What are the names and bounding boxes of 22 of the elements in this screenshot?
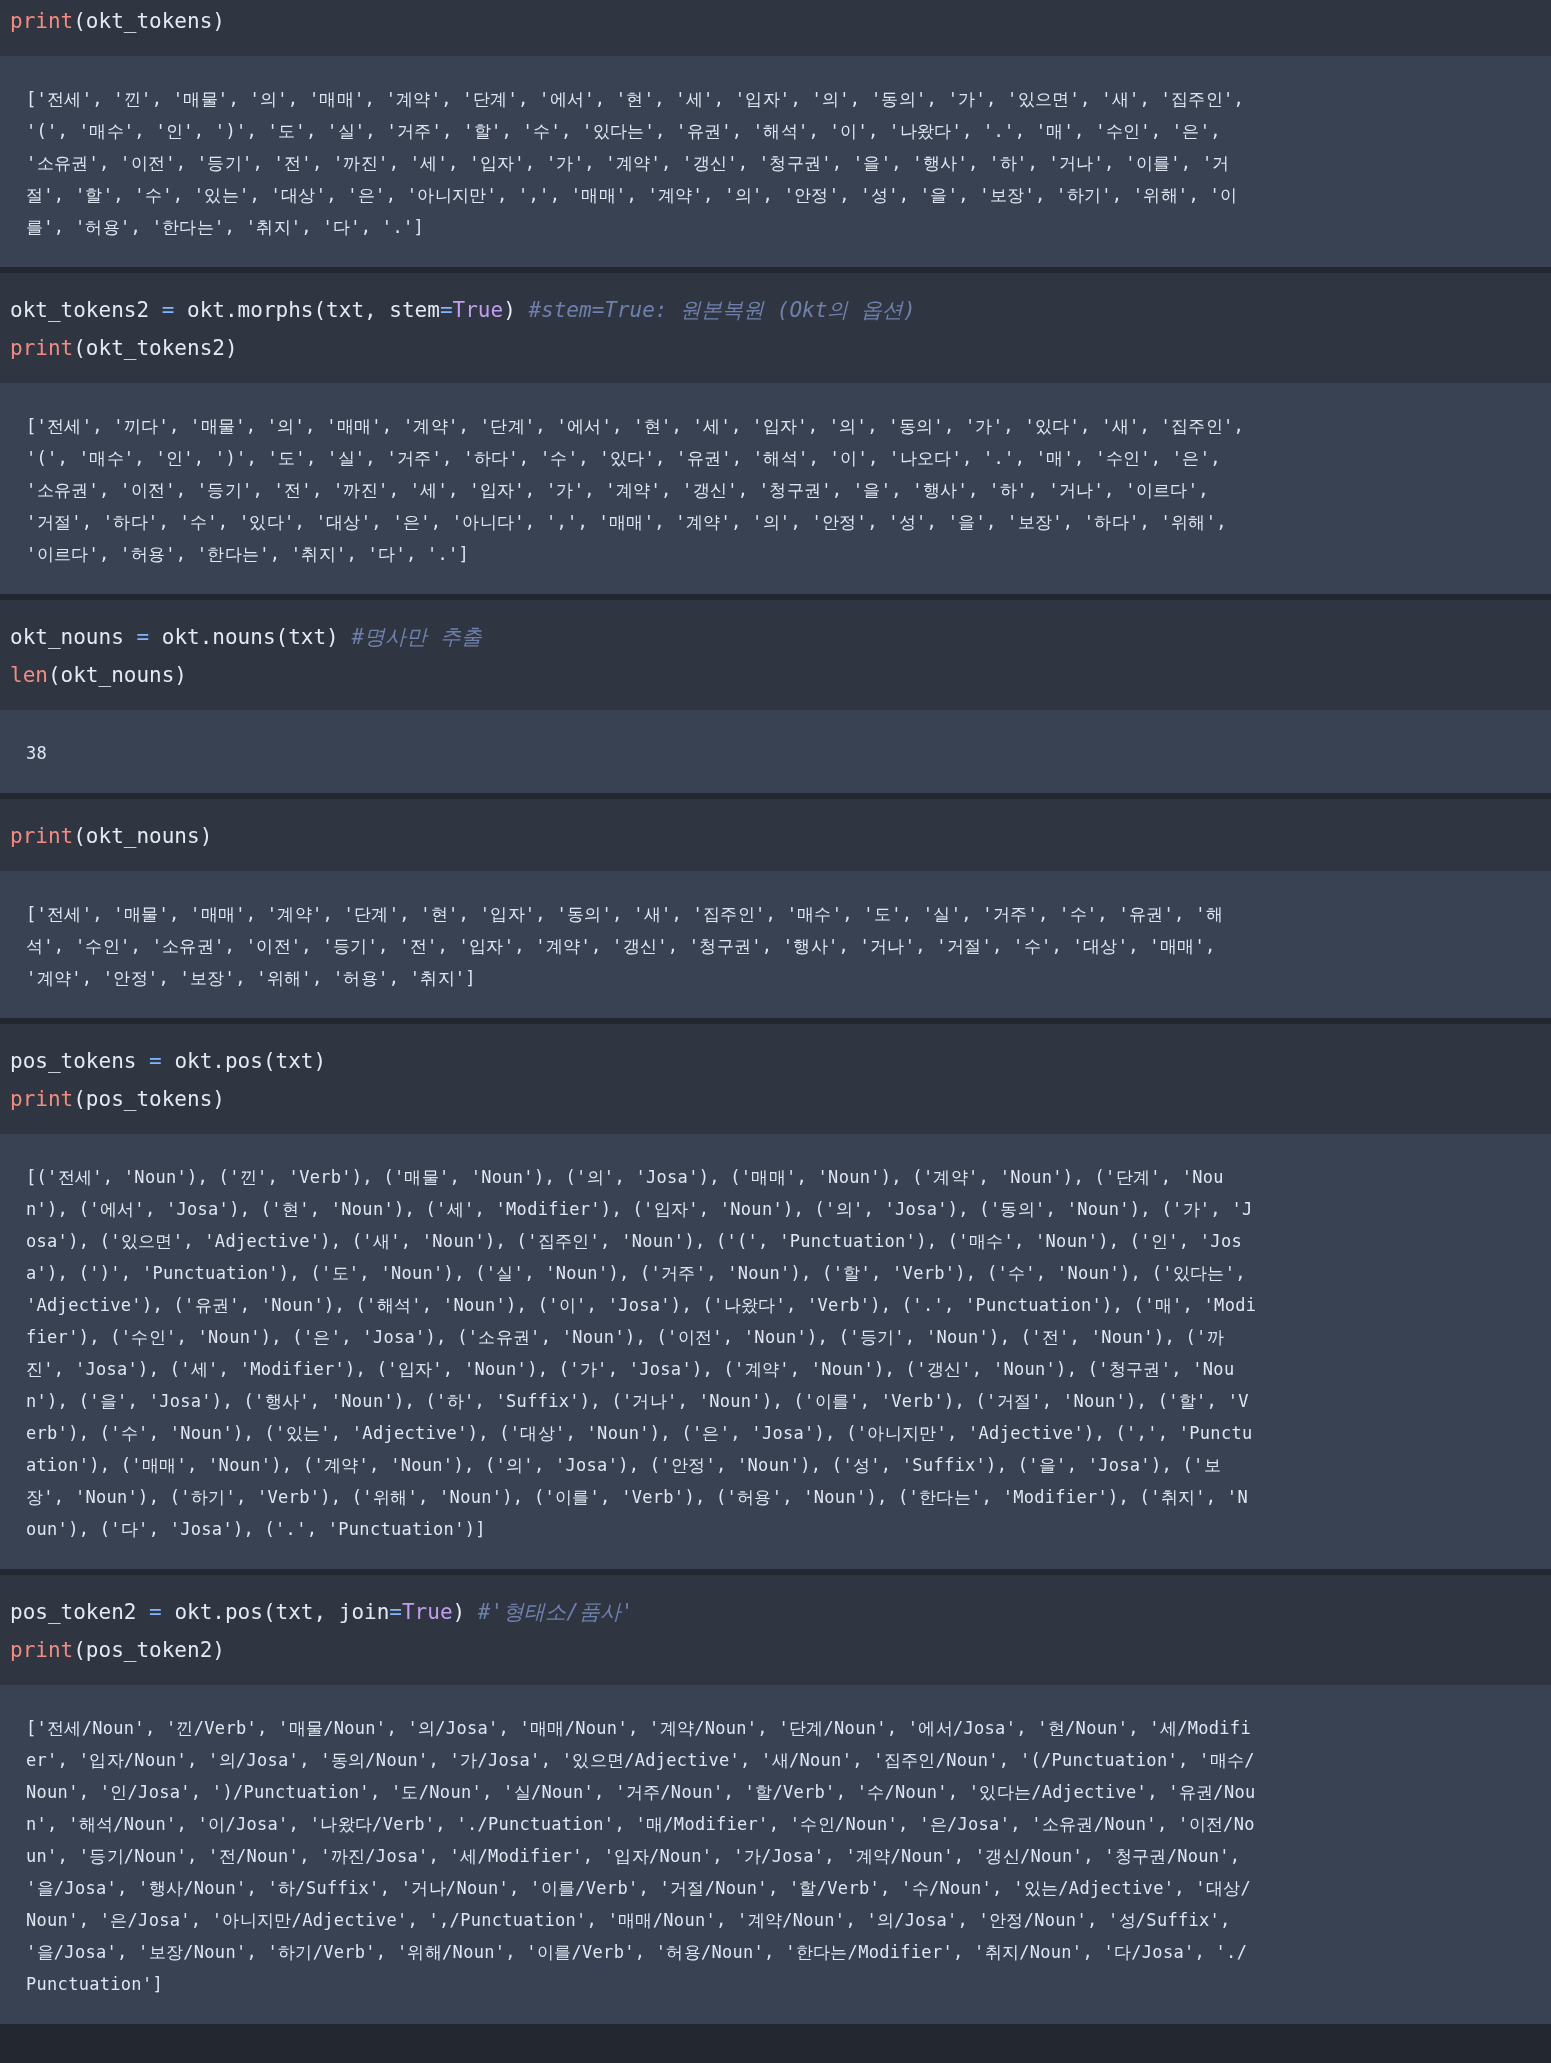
output-text: ['전세', '낀', '매물', '의', '매매', '계약', '단계', '에서', '현', '세', '입자', '의', '동의', '가', '있으면', '새', '집주인', '(', '매수', '인', ')', '도', '실', '거주', '할', '수', '있다는', '유권', '해석', '이', '나왔다', '.', '매', '수인', '은', '소유권', '이전', '등기', '전', '까진', '세', '입자', '가', '계약', '갱신', '청구권', '을', '행사', '하', '거나', '이를', '거 절', '할', '수', '있는', '대상', '은', '아니지만', ',', '매매', '계약', '의', '안정', '성', '을', '보장', '하기', '위해', '이 를', '허용', '한다는', '취지', '다', '.'] xyxy=(26,88,1246,239)
code-line: print(pos_token2) xyxy=(10,1637,226,1664)
output-text: ['전세', '끼다', '매물', '의', '매매', '계약', '단계', '에서', '현', '세', '입자', '의', '동의', '가', '있다', '새', '집주인', '(', '매수', '인', ')', '도', '실', '거주', '하다', '수', '있다', '유권', '해석', '이', '나오다', '.', '매', '수인', '은', '소유권', '이전', '등기', '전', '까진', '세', '입자', '가', '계약', '갱신', '청구권', '을', '행사', '하', '거나', '이르다', '거절', '하다', '수', '있다', '대상', '은', '아니다', ',', '매매', '계약', '의', '안정', '성', '을', '보장', '하다', '위해', '이르다', '허용', '한다는', '취지', '다', '.'] xyxy=(26,415,1246,566)
code-cell[interactable]: pos_token2 = okt.pos(txt, join=True) #'형태소/품사' print(pos_token2) xyxy=(0,1575,1551,1685)
code-line: pos_tokens = okt.pos(txt) xyxy=(10,1048,328,1075)
output-text: 38 xyxy=(26,742,49,765)
output-text: ['전세', '매물', '매매', '계약', '단계', '현', '입자', '동의', '새', '집주인', '매수', '도', '실', '거주', '수', '유권', '해 석', '수인', '소유권', '이전', '등기', '전', '입자', '계약', '갱신', '청구권', '행사', '거나', '거절', '수', '대상', '매매', '계약', '안정', '보장', '위해', '허용', '취지'] xyxy=(26,903,1224,990)
code-line: print(okt_nouns) xyxy=(10,823,214,850)
code-cell[interactable]: print(okt_tokens) xyxy=(0,0,1551,56)
code-cell[interactable]: okt_tokens2 = okt.morphs(txt, stem=True) #stem=True: 원본복원 (Okt의 옵션) print(okt_tokens2) xyxy=(0,273,1551,383)
code-cell[interactable]: print(okt_nouns) xyxy=(0,799,1551,871)
code-line: print(okt_tokens2) xyxy=(10,335,239,362)
code-line: len(okt_nouns) xyxy=(10,662,188,689)
output-text: [('전세', 'Noun'), ('낀', 'Verb'), ('매물', 'Noun'), ('의', 'Josa'), ('매매', 'Noun'), ('계약', 'Noun'), ('단계', 'Nou n'), ('에서', 'Josa'), ('현', 'Noun'), ('세', 'Modifier'), ('입자', 'Noun'), ('의', 'Josa'), ('동의', 'Noun'), ('가', 'J osa'), ('있으면', 'Adjective'), ('새', 'Noun'), ('집주인', 'Noun'), ('(', 'Punctuation'), ('매수', 'Noun'), ('인', 'Jos a'), (')', 'Punctuation'), ('도', 'Noun'), ('실', 'Noun'), ('거주', 'Noun'), ('할', 'Verb'), ('수', 'Noun'), ('있다는', 'Adjective'), ('유권', 'Noun'), ('해석', 'Noun'), ('이', 'Josa'), ('나왔다', 'Verb'), ('.', 'Punctuation'), ('매', 'Modi fier'), ('수인', 'Noun'), ('은', 'Josa'), ('소유권', 'Noun'), ('이전', 'Noun'), ('등기', 'Noun'), ('전', 'Noun'), ('까 진', 'Josa'), ('세', 'Modifier'), ('입자', 'Noun'), ('가', 'Josa'), ('계약', 'Noun'), ('갱신', 'Noun'), ('청구권', 'Nou n'), ('을', 'Josa'), ('행사', 'Noun'), ('하', 'Suffix'), ('거나', 'Noun'), ('이를', 'Verb'), ('거절', 'Noun'), ('할', 'V erb'), ('수', 'Noun'), ('있는', 'Adjective'), ('대상', 'Noun'), ('은', 'Josa'), ('아니지만', 'Adjective'), (',', 'Punctu ation'), ('매매', 'Noun'), ('계약', 'Noun'), ('의', 'Josa'), ('안정', 'Noun'), ('성', 'Suffix'), ('을', 'Josa'), ('보 장', 'Noun'), ('하기', 'Verb'), ('위해', 'Noun'), ('이를', 'Verb'), ('허용', 'Noun'), ('한다는', 'Modifier'), ('취지', 'N oun'), ('다', 'Josa'), ('.', 'Punctuation')] xyxy=(26,1166,1258,1541)
code-line: okt_nouns = okt.nouns(txt) #명사만 추출 xyxy=(10,624,483,651)
code-cell[interactable]: pos_tokens = okt.pos(txt) print(pos_tokens) xyxy=(0,1024,1551,1134)
code-line: okt_tokens2 = okt.morphs(txt, stem=True) #stem=True: 원본복원 (Okt의 옵션) xyxy=(10,297,917,324)
code-line: print(okt_tokens) xyxy=(10,8,226,35)
code-line: print(pos_tokens) xyxy=(10,1086,226,1113)
code-cell[interactable]: okt_nouns = okt.nouns(txt) #명사만 추출 len(okt_nouns) xyxy=(0,600,1551,710)
code-line: pos_token2 = okt.pos(txt, join=True) #'형태소/품사' xyxy=(10,1599,635,1626)
output-text: ['전세/Noun', '낀/Verb', '매물/Noun', '의/Josa', '매매/Noun', '계약/Noun', '단계/Noun', '에서/Josa', '현/Noun', '세/Modifi er', '입자/Noun', '의/Josa', '동의/Noun', '가/Josa', '있으면/Adjective', '새/Noun', '집주인/Noun', '(/Punctuation', '매수/ Noun', '인/Josa', ')/Punctuation', '도/Noun', '실/Noun', '거주/Noun', '할/Verb', '수/Noun', '있다는/Adjective', '유권/Nou n', '해석/Noun', '이/Josa', '나왔다/Verb', './Punctuation', '매/Modifier', '수인/Noun', '은/Josa', '소유권/Noun', '이전/No un', '등기/Noun', '전/Noun', '까진/Josa', '세/Modifier', '입자/Noun', '가/Josa', '계약/Noun', '갱신/Noun', '청구권/Noun', '을/Josa', '행사/Noun', '하/Suffix', '거나/Noun', '이를/Verb', '거절/Noun', '할/Verb', '수/Noun', '있는/Adjective', '대상/ Noun', '은/Josa', '아니지만/Adjective', ',/Punctuation', '매매/Noun', '계약/Noun', '의/Josa', '안정/Noun', '성/Suffix', '을/Josa', '보장/Noun', '하기/Verb', '위해/Noun', '이를/Verb', '허용/Noun', '한다는/Modifier', '취지/Noun', '다/Josa', './ Punctuation'] xyxy=(26,1717,1257,1996)
